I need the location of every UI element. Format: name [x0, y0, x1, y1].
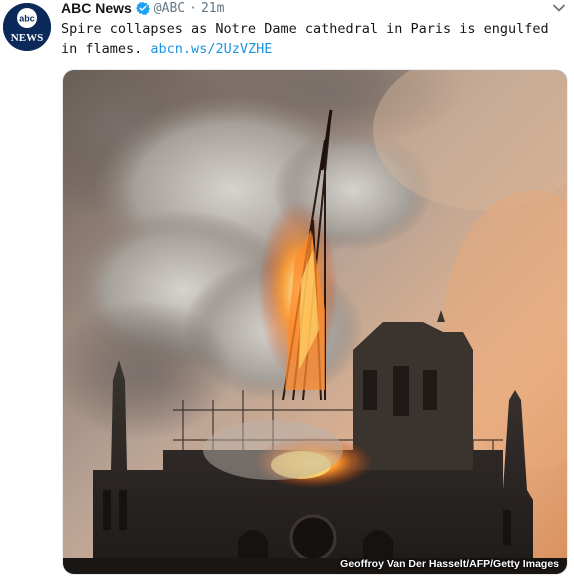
- tweet-body: Spire collapses as Notre Dame cathedral …: [61, 21, 549, 57]
- logo-text-abc: abc: [19, 14, 35, 24]
- author-handle[interactable]: @ABC: [154, 1, 185, 16]
- chevron-down-icon[interactable]: [552, 2, 566, 14]
- avatar[interactable]: abc NEWS: [3, 3, 51, 51]
- separator-dot: ·: [189, 0, 197, 16]
- tweet-header: ABC News @ABC · 21m: [61, 0, 224, 16]
- tweet-text: Spire collapses as Notre Dame cathedral …: [61, 19, 569, 59]
- tweet: abc NEWS ABC News @ABC · 21m Spire colla…: [0, 0, 574, 582]
- tweet-photo[interactable]: Geoffroy Van Der Hasselt/AFP/Getty Image…: [62, 69, 568, 575]
- tweet-link[interactable]: abcn.ws/2UzVZHE: [150, 41, 272, 57]
- abc-news-logo: abc NEWS: [3, 3, 51, 51]
- timestamp[interactable]: 21m: [201, 1, 224, 16]
- photo-credit: Geoffroy Van Der Hasselt/AFP/Getty Image…: [340, 558, 559, 570]
- verified-badge-icon: [135, 1, 150, 15]
- logo-text-news: NEWS: [11, 32, 43, 44]
- author-name[interactable]: ABC News: [61, 0, 132, 16]
- notre-dame-fire-photo: [63, 70, 567, 574]
